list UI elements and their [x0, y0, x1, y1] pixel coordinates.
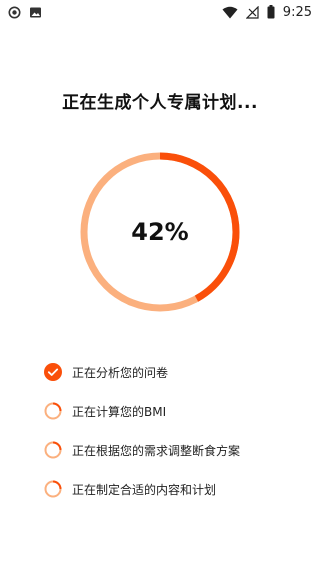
check-icon [44, 363, 62, 381]
signal-icon [245, 5, 259, 19]
step-label: 正在分析您的问卷 [72, 365, 169, 380]
step-label: 正在根据您的需求调整断食方案 [72, 443, 241, 458]
loading-spinner-icon [44, 402, 62, 420]
status-bar-left [8, 6, 42, 19]
step-item: 正在计算您的BMI [44, 401, 304, 421]
battery-icon [267, 5, 275, 19]
step-label: 正在制定合适的内容和计划 [72, 482, 217, 497]
steps-list: 正在分析您的问卷 正在计算您的BMI 正在根据您的需求调整断食方案 正在制定合适… [44, 362, 304, 518]
step-item: 正在分析您的问卷 [44, 362, 304, 382]
page-title: 正在生成个人专属计划... [62, 93, 258, 113]
loading-spinner-icon [44, 441, 62, 459]
progress-ring: 42% [80, 152, 240, 312]
status-bar: 9:25 [0, 0, 320, 24]
loading-spinner-icon [44, 480, 62, 498]
step-item: 正在制定合适的内容和计划 [44, 479, 304, 499]
status-time: 9:25 [282, 4, 312, 20]
progress-percent: 42% [131, 218, 189, 246]
step-item: 正在根据您的需求调整断食方案 [44, 440, 304, 460]
wifi-icon [222, 6, 238, 19]
step-label: 正在计算您的BMI [72, 404, 167, 419]
record-icon [8, 6, 21, 19]
image-icon [29, 6, 42, 19]
status-bar-right: 9:25 [222, 5, 312, 20]
